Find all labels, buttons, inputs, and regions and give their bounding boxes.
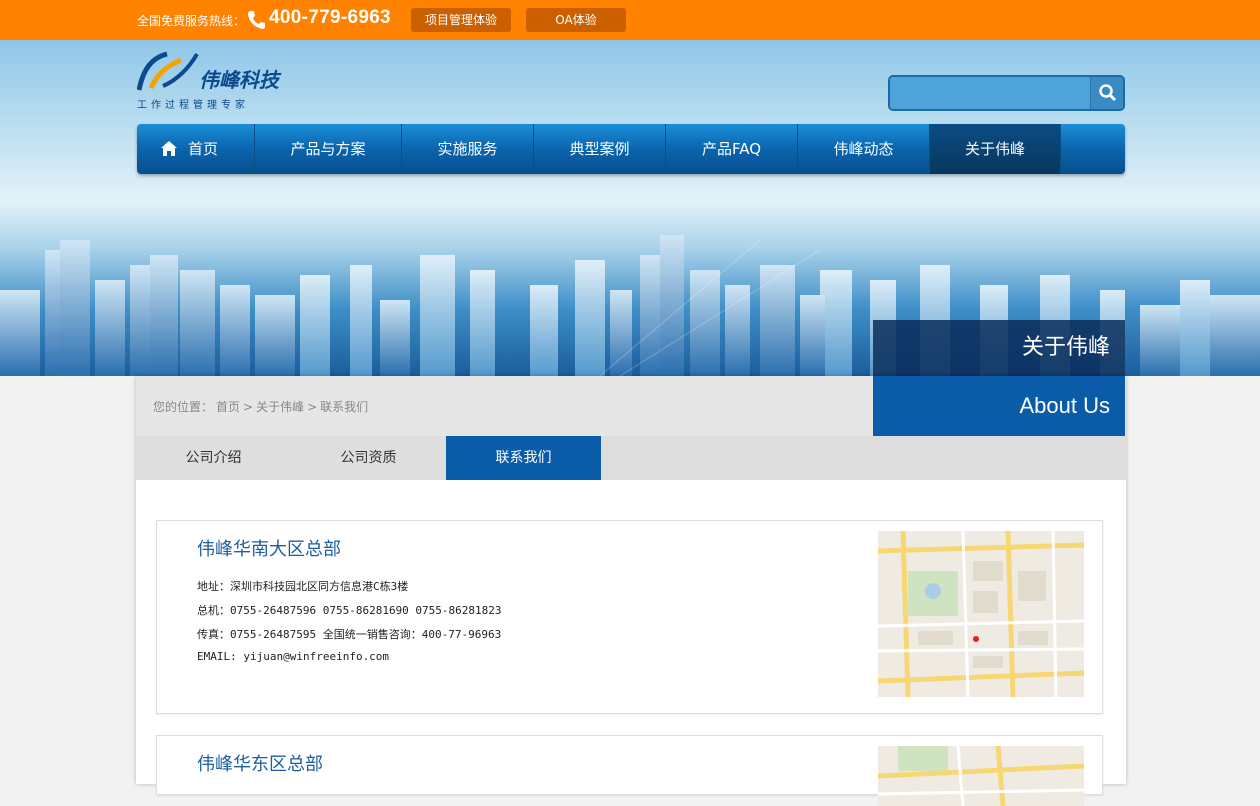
header-banner: 伟峰科技 工作过程管理专家 首页 产品与方案 实施服务 典型案例 产品FAQ 伟… [0,40,1260,376]
nav-item-about[interactable]: 关于伟峰 [930,124,1061,174]
phone-icon [248,11,265,29]
breadcrumb-current: 联系我们 [320,400,369,414]
search-input[interactable] [890,77,1090,109]
company-logo[interactable]: 伟峰科技 工作过程管理专家 [137,50,285,111]
nav-item-faq[interactable]: 产品FAQ [666,124,798,174]
nav-item-products[interactable]: 产品与方案 [255,124,402,174]
search-button[interactable] [1090,77,1123,109]
office-map[interactable] [878,746,1084,806]
breadcrumb-home[interactable]: 首页 [216,400,240,414]
top-bar: 全国免费服务热线： 400-779-6963 项目管理体验 OA体验 [0,0,1260,40]
map-image [878,531,1084,697]
hotline-label: 全国免费服务热线： [137,14,246,28]
map-image [878,746,1084,806]
nav-item-services[interactable]: 实施服务 [402,124,534,174]
nav-item-home[interactable]: 首页 [137,124,255,174]
breadcrumb-separator: > [243,400,254,414]
office-map[interactable] [878,531,1084,697]
office-email: EMAIL: yijuan@winfreeinfo.com [197,650,390,663]
sub-tabs: 公司介绍 公司资质 联系我们 [136,436,1126,480]
breadcrumb-bar: 您的位置： 首页 > 关于伟峰 > 联系我们 About Us [136,376,1126,436]
office-address: 地址：深圳市科技园北区同方信息港C栋3楼 [197,580,409,593]
tab-company-intro[interactable]: 公司介绍 [136,436,291,480]
office-phone: 总机：0755-26487596 0755-86281690 0755-8628… [197,604,502,617]
nav-item-label: 首页 [188,140,219,158]
home-icon [161,141,177,156]
search-box [888,75,1125,111]
section-title-en: About Us [873,376,1125,436]
logo-slogan: 工作过程管理专家 [137,100,249,111]
office-name: 伟峰华东区总部 [197,754,323,775]
nav-item-news[interactable]: 伟峰动态 [798,124,930,174]
office-card: 伟峰华东区总部 [156,735,1103,806]
search-icon [1099,84,1117,102]
tab-contact-us[interactable]: 联系我们 [446,436,601,480]
nav-item-cases[interactable]: 典型案例 [534,124,666,174]
tab-company-qualifications[interactable]: 公司资质 [291,436,446,480]
content-panel: 您的位置： 首页 > 关于伟峰 > 联系我们 About Us 公司介绍 公司资质 联系我… [136,376,1126,806]
project-management-demo-button[interactable]: 项目管理体验 [411,8,511,32]
logo-mark-icon [137,51,199,91]
office-card: 伟峰华南大区总部 地址：深圳市科技园北区同方信息港C栋3楼 总机：0755-26… [156,520,1103,714]
office-name: 伟峰华南大区总部 [197,539,341,560]
breadcrumb: 您的位置： 首页 > 关于伟峰 > 联系我们 [153,398,371,415]
main-nav: 首页 产品与方案 实施服务 典型案例 产品FAQ 伟峰动态 关于伟峰 [137,124,1125,174]
oa-demo-button[interactable]: OA体验 [526,8,626,32]
breadcrumb-prefix: 您的位置： [153,400,214,414]
section-title-cn: 关于伟峰 [873,320,1125,376]
breadcrumb-separator: > [307,400,318,414]
office-fax: 传真：0755-26487595 全国统一销售咨询：400-77-96963 [197,628,502,641]
breadcrumb-about[interactable]: 关于伟峰 [256,400,304,414]
logo-text: 伟峰科技 [199,68,279,92]
hotline-number: 400-779-6963 [269,7,391,28]
